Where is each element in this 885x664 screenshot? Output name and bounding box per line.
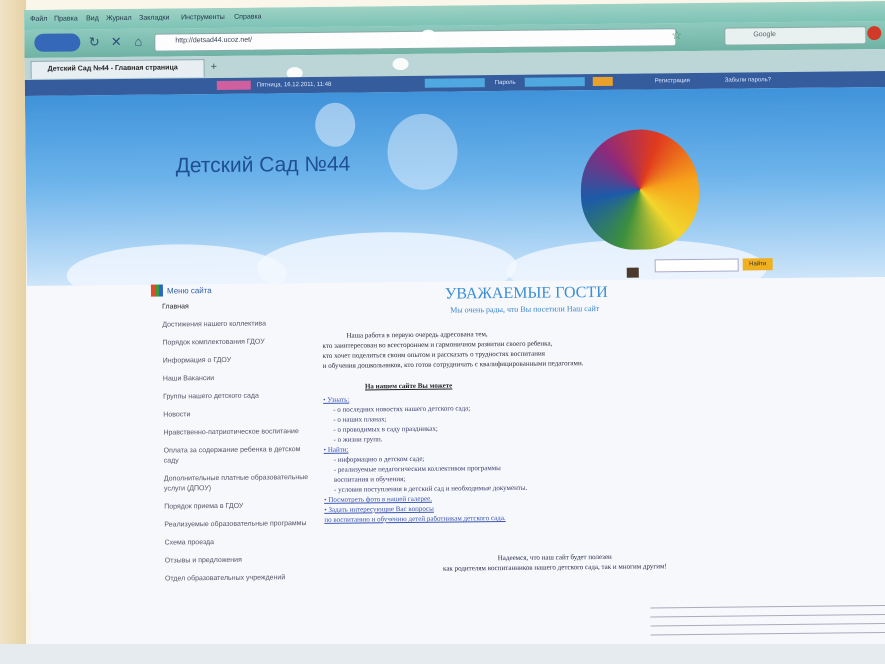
back-button[interactable] [34, 33, 81, 52]
url-text: http://detsad44.ucoz.net/ [175, 36, 253, 45]
password-label: Пароль [494, 79, 516, 87]
sidebar-item[interactable]: Новости [163, 409, 308, 421]
sidebar-item[interactable]: Информация о ГДОУ [163, 355, 308, 367]
menu-help[interactable]: Справка [234, 14, 262, 21]
sidebar-item[interactable]: Порядок приема в ГДОУ [164, 501, 309, 513]
page-subheading: Мы очень рады, что Вы посетили Наш сайт [450, 303, 600, 315]
site-title: Детский Сад №44 [175, 152, 351, 178]
site-search-input[interactable] [654, 258, 739, 273]
sidebar-item[interactable]: Реализуемые образовательные программы [164, 519, 309, 531]
balloon-basket-image [626, 267, 639, 278]
features-list: • Узнать: - о последних новостях нашего д… [323, 390, 744, 524]
menu-view[interactable]: Вид [86, 15, 99, 22]
addon-icon[interactable] [867, 26, 882, 41]
closing-text: Надеемся, что наш сайт будет полезен как… [365, 550, 745, 574]
site-header: Детский Сад №44 Найти [24, 86, 885, 286]
menu-history[interactable]: Журнал [106, 15, 132, 22]
menu-bookmarks[interactable]: Закладки [139, 14, 169, 21]
hot-air-balloon-image [580, 128, 700, 251]
sidebar-item[interactable]: Схема проезда [165, 537, 310, 549]
remind-password-link[interactable]: Забыли пароль? [725, 77, 771, 83]
menu-file[interactable]: Файл [30, 16, 47, 23]
home-icon[interactable]: ⌂ [130, 34, 146, 50]
petal-decoration [392, 57, 409, 71]
login-button[interactable] [592, 76, 613, 87]
sidebar-item[interactable]: Отзывы и предложения [165, 555, 310, 567]
stop-icon[interactable]: ✕ [108, 34, 124, 50]
monitor-frame [0, 0, 26, 664]
date-time: Пятница, 16.12.2011, 11:48 [256, 81, 332, 89]
bookmark-star-icon[interactable]: ☆ [671, 28, 682, 42]
page-body: Меню сайта Главная Достижения нашего кол… [26, 276, 885, 654]
address-bar[interactable]: http://detsad44.ucoz.net/ [154, 28, 677, 52]
sidebar-item[interactable]: Достижения нашего коллектива [162, 319, 307, 331]
password-input[interactable] [524, 77, 585, 87]
sidebar-item[interactable]: Дополнительные платные образовательные у… [164, 473, 309, 495]
tab-active[interactable]: Детский Сад №44 - Главная страница [30, 59, 205, 79]
sidebar-item[interactable]: Наши Вакансии [163, 373, 308, 385]
petal-decoration [420, 29, 437, 42]
photo-of-monitor: Файл Правка Вид Журнал Закладки Инструме… [0, 0, 885, 664]
browser-window: Файл Правка Вид Журнал Закладки Инструме… [24, 0, 885, 654]
monitor-bottom-edge [0, 644, 885, 664]
small-balloon-decoration [387, 113, 458, 191]
intro-text: Наша работа в первую очередь адресована … [322, 327, 722, 371]
menu-flag-icon [150, 284, 164, 297]
web-page: Пятница, 16.12.2011, 11:48 Пароль Регист… [24, 70, 885, 654]
login-input[interactable] [424, 78, 485, 88]
cloud-decoration [256, 230, 518, 286]
sidebar-title: Меню сайта [166, 286, 212, 296]
search-placeholder: Google [753, 31, 776, 39]
new-tab-button[interactable]: + [211, 61, 218, 73]
sidebar-item[interactable]: Отдел образовательных учреждений [165, 573, 310, 585]
menu-edit[interactable]: Правка [54, 15, 78, 22]
sidebar-item[interactable]: Нравственно-патриотическое воспитание [163, 427, 308, 439]
sidebar-item[interactable]: Оплата за содержание ребенка в детском с… [164, 445, 309, 467]
reload-icon[interactable]: ↻ [86, 34, 102, 50]
sidebar-item[interactable]: Группы нашего детского сада [163, 391, 308, 403]
sidebar-item[interactable]: Главная [162, 301, 307, 313]
register-link[interactable]: Регистрация [655, 78, 690, 84]
tab-title: Детский Сад №44 - Главная страница [47, 64, 178, 73]
features-heading: На нашем сайте Вы можете [364, 381, 453, 391]
site-search-button[interactable]: Найти [742, 258, 773, 271]
sidebar-menu: Главная Достижения нашего коллектива Пор… [162, 301, 310, 593]
footer-lines [650, 597, 885, 640]
menu-tools[interactable]: Инструменты [181, 14, 225, 21]
cloud-decoration [66, 243, 288, 286]
sidebar-item[interactable]: Порядок комплектования ГДОУ [162, 337, 307, 349]
social-icons[interactable] [216, 80, 251, 90]
search-box[interactable]: Google [724, 26, 867, 46]
page-heading: УВАЖАЕМЫЕ ГОСТИ [444, 283, 608, 303]
small-balloon-decoration [314, 102, 356, 147]
